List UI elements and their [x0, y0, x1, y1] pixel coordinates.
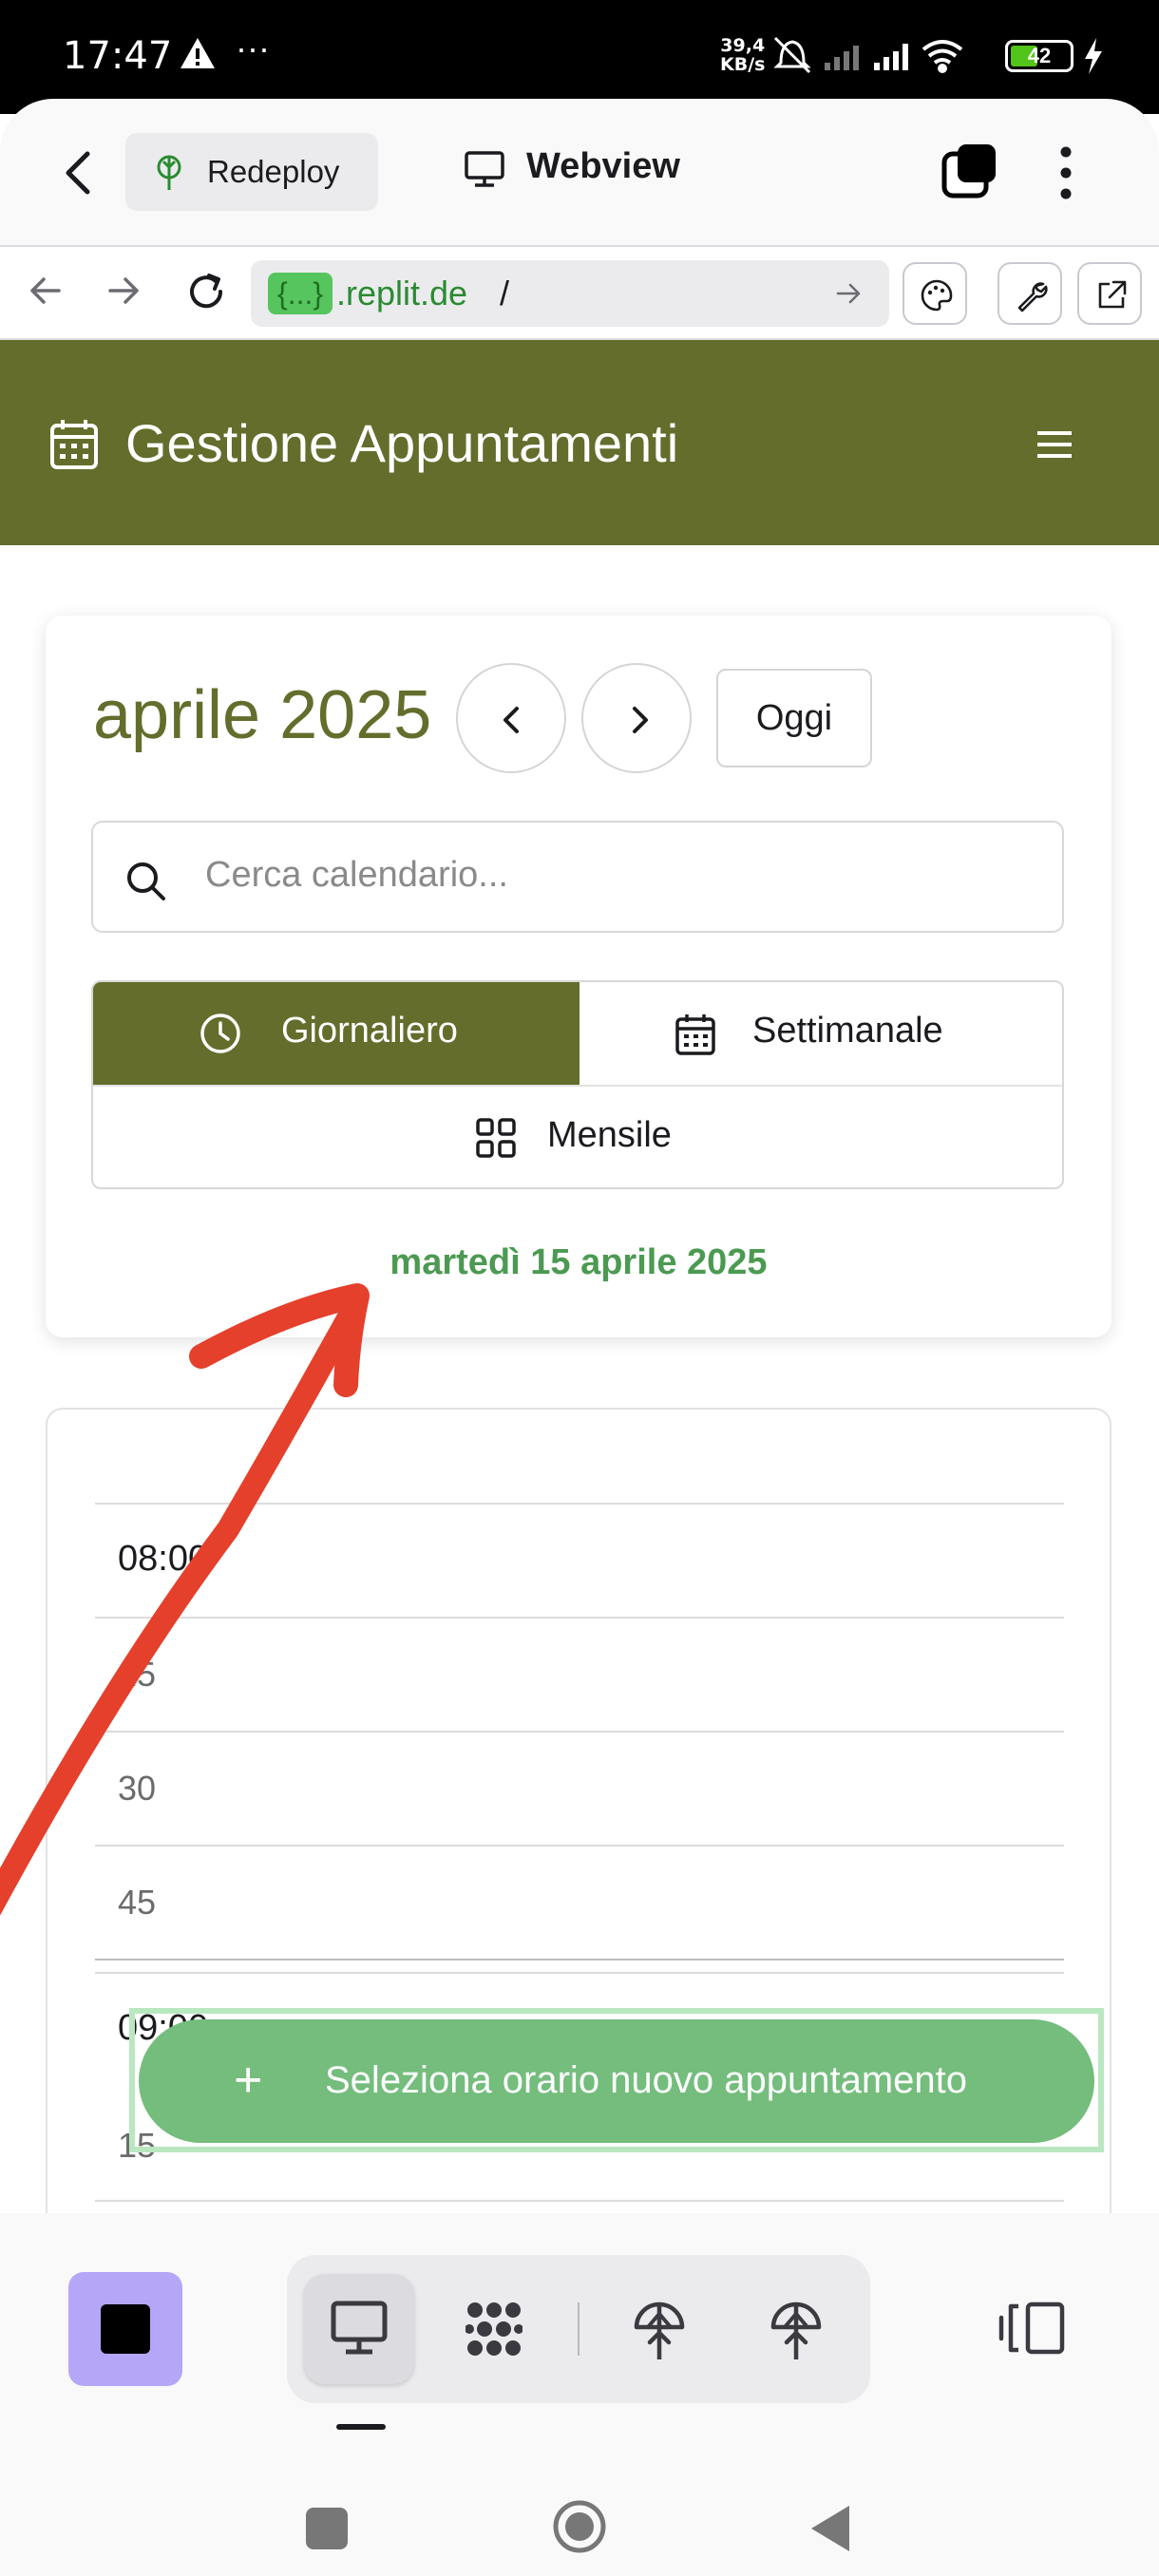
reload-icon[interactable] — [184, 270, 228, 313]
redeploy-label: Redeploy — [207, 154, 340, 189]
url-badge: {...} — [268, 273, 333, 314]
theme-button[interactable] — [902, 262, 967, 325]
monitor-icon — [331, 2301, 388, 2355]
search-input[interactable] — [205, 855, 1022, 896]
slot-divider — [95, 1503, 1064, 1505]
current-date: martedì 15 aprile 2025 — [390, 1242, 768, 1282]
system-status-icons — [773, 36, 963, 74]
calendar-icon — [50, 420, 98, 469]
panel-toggle-icon[interactable] — [998, 2301, 1066, 2356]
time-slot-label[interactable]: 08:00 — [118, 1539, 208, 1580]
pattern-icon — [466, 2302, 522, 2356]
status-time: 17:47 — [63, 34, 173, 78]
slot-divider — [95, 1617, 1064, 1619]
more-vert-icon[interactable] — [1058, 144, 1074, 201]
time-slot-label[interactable]: 45 — [118, 1883, 156, 1923]
view-weekly-button[interactable]: Settimanale — [580, 982, 1062, 1085]
go-arrow-icon[interactable] — [834, 279, 863, 308]
chevron-left-icon — [504, 707, 519, 733]
month-title: aprile 2025 — [93, 677, 432, 753]
battery-icon: 42 — [1005, 40, 1074, 72]
url-bar: {...} .replit.de / — [0, 245, 1159, 340]
palette-icon — [921, 279, 953, 312]
calendar-icon — [675, 1014, 715, 1055]
url-field[interactable]: {...} .replit.de / — [251, 260, 889, 327]
slot-divider — [95, 2200, 1064, 2202]
mute-bell-icon — [773, 36, 811, 74]
app-title: Gestione Appuntamenti — [125, 413, 679, 473]
grid-icon — [476, 1118, 516, 1158]
devtools-button[interactable] — [998, 262, 1062, 325]
calendar-controls-card: aprile 2025 Oggi Giornaliero Settimanale… — [46, 616, 1112, 1337]
back-arrow-icon[interactable] — [59, 148, 101, 198]
deploy-tool-button[interactable] — [604, 2274, 714, 2384]
view-daily-label: Giornaliero — [281, 1011, 458, 1051]
time-slot-label[interactable]: 30 — [118, 1769, 156, 1809]
url-domain: .replit.de — [336, 274, 468, 313]
slot-divider — [95, 1972, 1064, 1974]
time-slot-label[interactable]: 15 — [118, 1655, 156, 1695]
tool-switcher — [287, 2255, 870, 2403]
deployments-tool-button[interactable] — [741, 2274, 851, 2384]
status-bar: 17:47 ··· 39,4 KB/s 42 — [0, 0, 1159, 114]
deploy-icon — [634, 2301, 685, 2359]
deploy-icon — [770, 2301, 822, 2359]
view-daily-button[interactable]: Giornaliero — [93, 982, 580, 1085]
deploy-icon — [157, 155, 181, 190]
new-appointment-button[interactable]: + Seleziona orario nuovo appuntamento — [139, 2019, 1094, 2143]
warning-icon — [180, 38, 215, 68]
replit-header: Redeploy Webview — [0, 99, 1159, 245]
slot-divider — [95, 1959, 1064, 1960]
clock-icon — [200, 1013, 240, 1053]
stop-icon — [101, 2304, 150, 2354]
more-notifications-icon: ··· — [236, 28, 270, 67]
workspace-tool-button[interactable] — [439, 2274, 549, 2384]
slot-divider — [95, 1731, 1064, 1733]
wrench-icon — [1017, 282, 1048, 313]
toolbar-separator — [578, 2302, 580, 2356]
layers-icon[interactable] — [940, 142, 999, 199]
charging-icon — [1085, 38, 1102, 74]
chevron-right-icon — [633, 707, 648, 733]
view-switcher: Giornaliero Settimanale Mensile — [91, 980, 1064, 1189]
view-monthly-label: Mensile — [547, 1115, 672, 1155]
home-icon[interactable] — [551, 2498, 608, 2555]
recent-apps-icon[interactable] — [306, 2508, 348, 2549]
today-button[interactable]: Oggi — [716, 669, 872, 767]
active-tab-indicator — [336, 2424, 386, 2430]
nav-back-icon[interactable] — [27, 272, 65, 310]
view-monthly-button[interactable]: Mensile — [93, 1085, 1062, 1187]
webview-tool-button[interactable] — [304, 2274, 414, 2384]
view-weekly-label: Settimanale — [752, 1011, 943, 1051]
system-back-icon[interactable] — [809, 2504, 851, 2553]
app-header: Gestione Appuntamenti — [0, 340, 1159, 545]
url-path: / — [500, 274, 510, 313]
signal-off-icon — [825, 46, 859, 70]
new-appointment-label: Seleziona orario nuovo appuntamento — [325, 2059, 968, 2101]
next-month-button[interactable] — [581, 663, 692, 773]
monitor-icon — [465, 151, 504, 187]
signal-icon — [874, 44, 908, 70]
nav-forward-icon[interactable] — [104, 272, 142, 310]
webview-tab-label: Webview — [526, 146, 680, 186]
redeploy-button[interactable]: Redeploy — [125, 133, 378, 211]
slot-divider — [95, 1845, 1064, 1847]
calendar-search[interactable] — [91, 821, 1064, 933]
open-external-button[interactable] — [1077, 262, 1142, 325]
external-link-icon — [1098, 280, 1127, 309]
plus-icon: + — [234, 2053, 263, 2108]
replit-bottom-toolbar — [0, 2213, 1159, 2576]
hamburger-icon[interactable] — [1036, 429, 1074, 460]
stop-button[interactable] — [68, 2272, 182, 2386]
prev-month-button[interactable] — [456, 663, 566, 773]
search-icon — [127, 862, 165, 900]
network-speed: 39,4 KB/s — [720, 35, 766, 75]
wifi-icon — [922, 40, 963, 73]
